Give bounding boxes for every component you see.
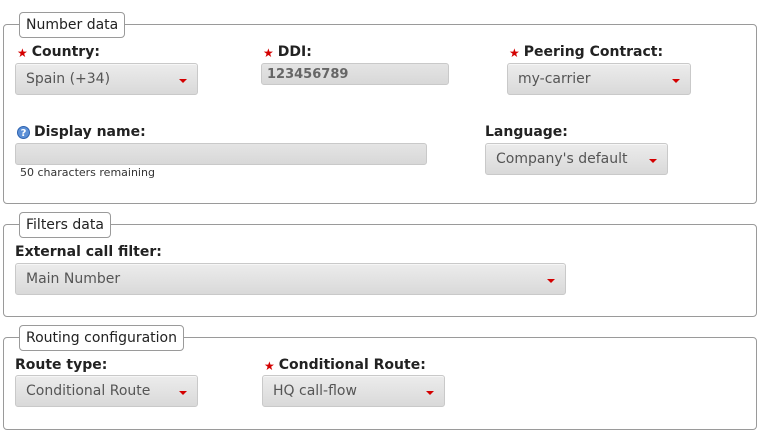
conditional-route-select-value: HQ call-flow (273, 383, 357, 399)
route-type-label: Route type: (15, 357, 108, 373)
ddi-label: DDI: (277, 44, 312, 60)
display-name-label: Display name: (34, 124, 146, 140)
display-name-input[interactable] (15, 143, 427, 165)
required-star-icon: ★ (264, 358, 275, 373)
chevron-down-icon (179, 79, 187, 83)
route-type-select-value: Conditional Route (26, 383, 151, 399)
language-select[interactable]: Company's default (485, 143, 668, 175)
help-icon[interactable]: ? (17, 126, 30, 139)
country-select[interactable]: Spain (+34) (15, 63, 198, 95)
chevron-down-icon (426, 391, 434, 395)
language-select-value: Company's default (496, 151, 628, 167)
conditional-route-label: Conditional Route: (278, 357, 426, 373)
required-star-icon: ★ (509, 45, 520, 60)
country-field: ★ Country: (17, 44, 100, 61)
characters-remaining-hint: 50 characters remaining (20, 166, 155, 179)
ddi-input-value: 123456789 (267, 66, 349, 82)
routing-configuration-legend: Routing configuration (19, 325, 184, 351)
chevron-down-icon (649, 159, 657, 163)
filters-data-legend: Filters data (19, 212, 111, 238)
ddi-input[interactable]: 123456789 (261, 63, 449, 85)
peering-contract-select[interactable]: my-carrier (507, 63, 691, 95)
peering-contract-label: Peering Contract: (523, 44, 664, 60)
route-type-select[interactable]: Conditional Route (15, 375, 198, 407)
external-call-filter-field: External call filter: (15, 244, 162, 261)
country-select-value: Spain (+34) (26, 71, 111, 87)
number-data-legend: Number data (19, 12, 126, 38)
route-type-field: Route type: (15, 357, 107, 374)
chevron-down-icon (179, 391, 187, 395)
external-call-filter-label: External call filter: (15, 244, 162, 260)
conditional-route-field: ★ Conditional Route: (264, 357, 426, 374)
conditional-route-select[interactable]: HQ call-flow (262, 375, 445, 407)
language-label: Language: (485, 124, 568, 140)
external-call-filter-select[interactable]: Main Number (15, 263, 566, 295)
country-label: Country: (31, 44, 100, 60)
language-field: Language: (485, 124, 568, 141)
external-call-filter-value: Main Number (26, 271, 121, 287)
required-star-icon: ★ (263, 45, 274, 60)
ddi-field: ★ DDI: (263, 44, 312, 61)
display-name-field: ? Display name: (17, 124, 146, 141)
peering-contract-field: ★ Peering Contract: (509, 44, 663, 61)
peering-contract-select-value: my-carrier (518, 71, 591, 87)
chevron-down-icon (547, 279, 555, 283)
chevron-down-icon (672, 79, 680, 83)
required-star-icon: ★ (17, 45, 28, 60)
